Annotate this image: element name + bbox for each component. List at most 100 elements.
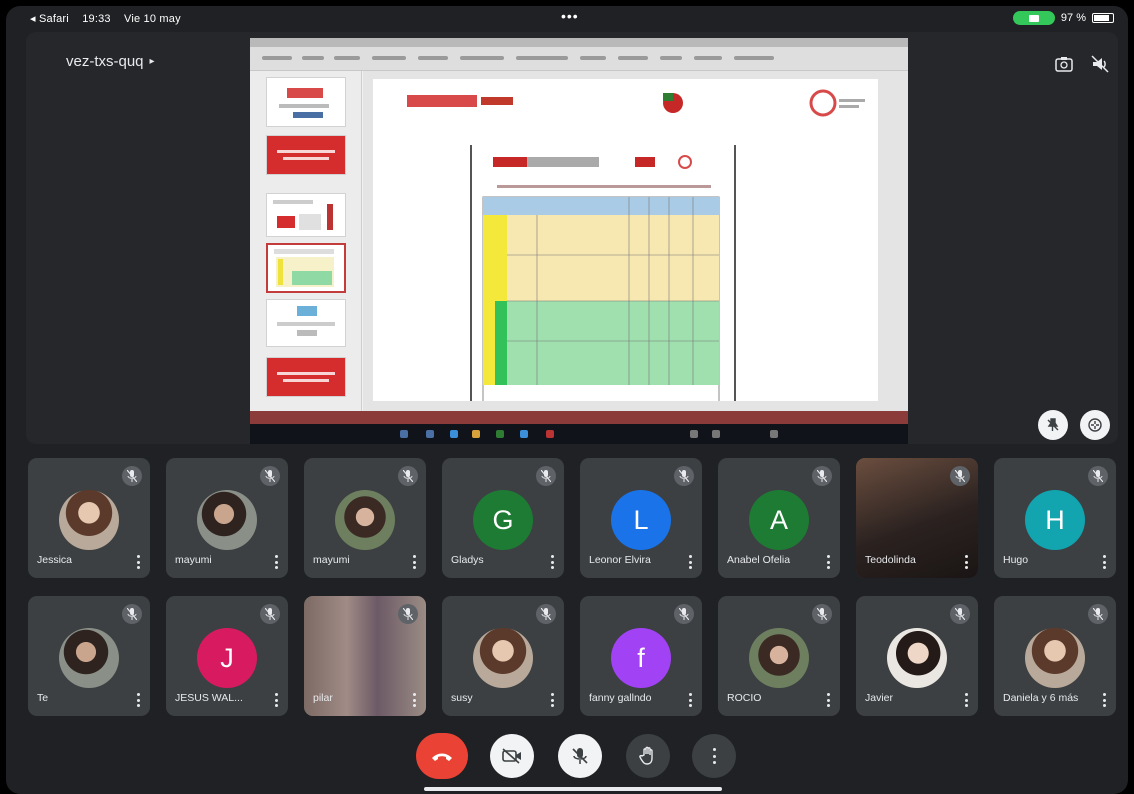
slide-thumbnail bbox=[266, 193, 346, 237]
participant-tile[interactable]: Teodolinda bbox=[856, 458, 978, 578]
more-vert-icon[interactable] bbox=[964, 693, 968, 707]
fullscreen-button[interactable] bbox=[1080, 410, 1110, 440]
more-vert-icon[interactable] bbox=[412, 555, 416, 569]
more-vert-icon[interactable] bbox=[1102, 693, 1106, 707]
more-options-button[interactable] bbox=[692, 734, 736, 778]
battery-percent: 97 % bbox=[1060, 12, 1086, 24]
participant-tile[interactable]: Jessica bbox=[28, 458, 150, 578]
status-bar: ◂ Safari 19:33 Vie 10 may ••• 97 % bbox=[6, 6, 1128, 30]
slide-thumbnail bbox=[266, 135, 346, 175]
participant-tile[interactable]: A Anabel Ofelia bbox=[718, 458, 840, 578]
participant-tile[interactable]: Te bbox=[28, 596, 150, 716]
muted-mic-icon bbox=[1088, 604, 1108, 624]
participant-name: susy bbox=[451, 692, 473, 704]
slide-thumbnail bbox=[266, 77, 346, 127]
muted-mic-icon bbox=[122, 604, 142, 624]
more-vert-icon[interactable] bbox=[412, 693, 416, 707]
participant-name: Gladys bbox=[451, 554, 484, 566]
participant-tile[interactable]: H Hugo bbox=[994, 458, 1116, 578]
muted-mic-icon bbox=[812, 604, 832, 624]
camera-in-use-icon bbox=[1012, 11, 1055, 25]
participant-name: Anabel Ofelia bbox=[727, 554, 791, 566]
shared-app-ribbon bbox=[250, 47, 908, 71]
avatar bbox=[59, 490, 119, 550]
muted-mic-icon bbox=[260, 604, 280, 624]
avatar-initial: J bbox=[197, 628, 257, 688]
participant-tile[interactable]: J JESUS WAL... bbox=[166, 596, 288, 716]
more-vert-icon[interactable] bbox=[550, 555, 554, 569]
camera-toggle-button[interactable] bbox=[490, 734, 534, 778]
more-vert-icon bbox=[712, 748, 716, 764]
participant-tile[interactable]: G Gladys bbox=[442, 458, 564, 578]
participant-tile[interactable]: Daniela y 6 más bbox=[994, 596, 1116, 716]
participant-name: Teodolinda bbox=[865, 554, 916, 566]
participant-tile[interactable]: mayumi bbox=[166, 458, 288, 578]
speaker-icon bbox=[1091, 55, 1109, 73]
avatar bbox=[59, 628, 119, 688]
more-vert-icon[interactable] bbox=[274, 555, 278, 569]
slide-canvas bbox=[363, 71, 908, 411]
more-vert-icon[interactable] bbox=[688, 555, 692, 569]
call-controls bbox=[6, 733, 1128, 779]
participant-tile[interactable]: ROCIO bbox=[718, 596, 840, 716]
meeting-code-button[interactable]: vez-txs-quq ▸ bbox=[66, 53, 155, 70]
participant-name: ROCIO bbox=[727, 692, 762, 704]
more-vert-icon[interactable] bbox=[964, 555, 968, 569]
current-slide bbox=[373, 79, 878, 410]
mic-toggle-button[interactable] bbox=[558, 734, 602, 778]
raise-hand-button[interactable] bbox=[626, 734, 670, 778]
more-vert-icon[interactable] bbox=[550, 693, 554, 707]
avatar bbox=[197, 490, 257, 550]
participant-tile[interactable]: L Leonor Elvira bbox=[580, 458, 702, 578]
participant-name: mayumi bbox=[313, 554, 350, 566]
slide-thumbnail bbox=[266, 299, 346, 347]
participant-tile[interactable]: susy bbox=[442, 596, 564, 716]
multitask-dots[interactable]: ••• bbox=[561, 8, 579, 24]
status-time: 19:33 bbox=[82, 13, 111, 25]
muted-mic-icon bbox=[536, 604, 556, 624]
back-to-app-link[interactable]: ◂ Safari bbox=[30, 13, 69, 25]
speaker-button[interactable] bbox=[1088, 52, 1112, 76]
muted-mic-icon bbox=[122, 466, 142, 486]
more-vert-icon[interactable] bbox=[1102, 555, 1106, 569]
participant-name: fanny gallndo bbox=[589, 692, 652, 704]
fullscreen-icon bbox=[1088, 418, 1102, 432]
end-call-button[interactable] bbox=[416, 733, 468, 779]
home-indicator bbox=[424, 787, 722, 791]
avatar-initial: f bbox=[611, 628, 671, 688]
avatar-initial: H bbox=[1025, 490, 1085, 550]
chevron-right-icon: ▸ bbox=[149, 56, 155, 67]
participant-name: Hugo bbox=[1003, 554, 1029, 566]
phone-hangup-icon bbox=[432, 753, 452, 761]
avatar bbox=[1025, 628, 1085, 688]
muted-mic-icon bbox=[950, 466, 970, 486]
muted-mic-icon bbox=[674, 466, 694, 486]
more-vert-icon[interactable] bbox=[274, 693, 278, 707]
avatar-initial: A bbox=[749, 490, 809, 550]
more-vert-icon[interactable] bbox=[136, 555, 140, 569]
mic-off-icon bbox=[572, 748, 588, 764]
muted-mic-icon bbox=[950, 604, 970, 624]
participant-tile[interactable]: mayumi bbox=[304, 458, 426, 578]
more-vert-icon[interactable] bbox=[826, 693, 830, 707]
avatar bbox=[887, 628, 947, 688]
muted-mic-icon bbox=[674, 604, 694, 624]
participant-name: mayumi bbox=[175, 554, 212, 566]
camera-switch-icon bbox=[1055, 57, 1073, 72]
camera-off-icon bbox=[502, 748, 521, 764]
pin-presentation-button[interactable] bbox=[1038, 410, 1068, 440]
participant-name: pilar bbox=[313, 692, 333, 704]
participant-name: Jessica bbox=[37, 554, 73, 566]
more-vert-icon[interactable] bbox=[136, 693, 140, 707]
muted-mic-icon bbox=[536, 466, 556, 486]
more-vert-icon[interactable] bbox=[688, 693, 692, 707]
participant-tile[interactable]: Javier bbox=[856, 596, 978, 716]
participant-tile[interactable]: f fanny gallndo bbox=[580, 596, 702, 716]
camera-switch-button[interactable] bbox=[1052, 52, 1076, 76]
muted-mic-icon bbox=[260, 466, 280, 486]
avatar-initial: L bbox=[611, 490, 671, 550]
participant-name: Te bbox=[37, 692, 49, 704]
more-vert-icon[interactable] bbox=[826, 555, 830, 569]
participant-tile[interactable]: pilar bbox=[304, 596, 426, 716]
pin-icon bbox=[1047, 418, 1059, 431]
